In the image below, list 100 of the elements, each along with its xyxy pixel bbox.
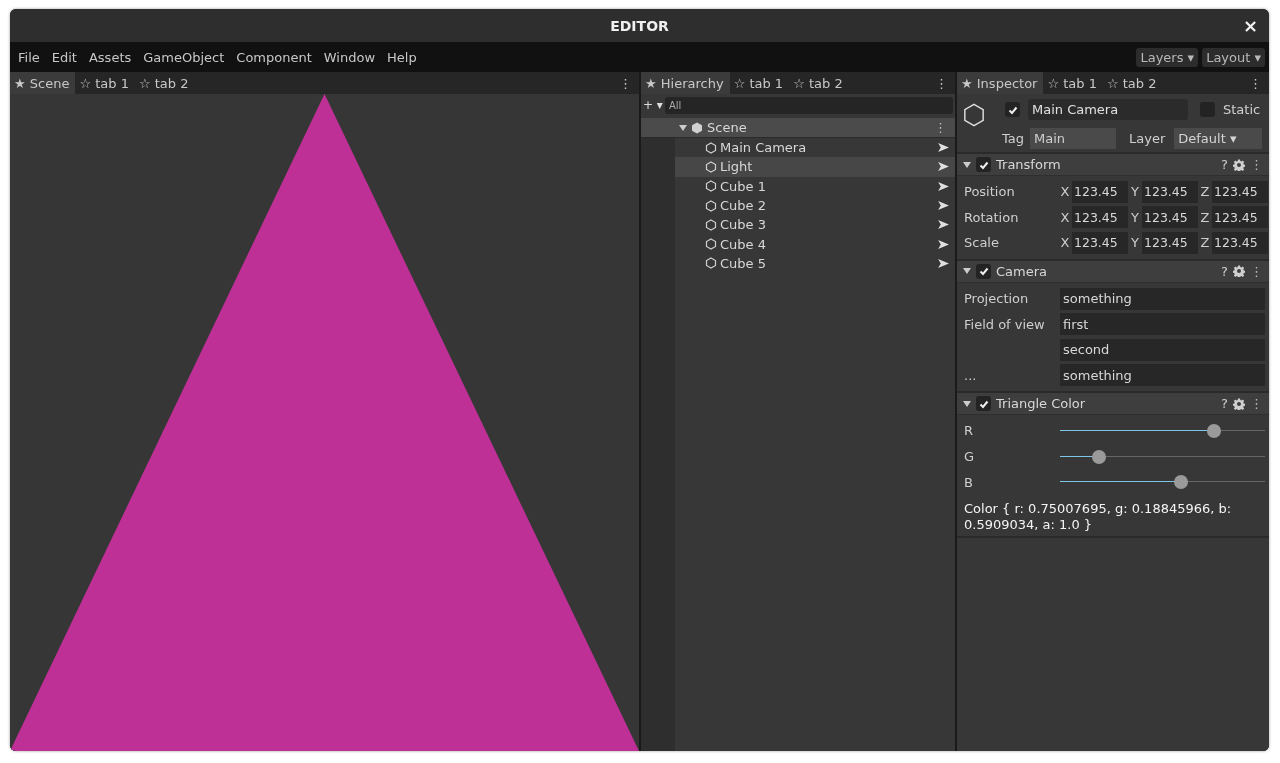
arrow-icon[interactable]: [938, 181, 949, 191]
panel-tab[interactable]: ☆ tab 1: [729, 72, 790, 94]
axis-label: Z: [1200, 235, 1210, 251]
property-label: Position: [964, 184, 1016, 200]
static-label: Static: [1223, 102, 1261, 117]
more-button[interactable]: ⋮: [928, 72, 955, 94]
menu-item[interactable]: File: [14, 49, 44, 65]
checkbox[interactable]: [976, 263, 991, 279]
arrow-icon[interactable]: [938, 143, 949, 153]
number-field[interactable]: 123.45: [1142, 232, 1198, 254]
panel-tab[interactable]: ★ Inspector: [957, 72, 1044, 94]
hexagon-icon: [705, 218, 717, 231]
panel-tab[interactable]: ☆ tab 2: [134, 72, 195, 94]
axis-label: Z: [1200, 209, 1210, 225]
component-title: Transform: [996, 157, 1061, 172]
menu-item[interactable]: Help: [383, 49, 421, 65]
dropdown-button[interactable]: Layers ▾: [1136, 47, 1199, 67]
add-button[interactable]: + ▾: [643, 98, 663, 112]
text-field[interactable]: something: [1060, 287, 1265, 310]
panel-tab[interactable]: ☆ tab 2: [789, 72, 849, 94]
slider[interactable]: [1060, 475, 1265, 490]
tree-item[interactable]: Cube 4: [675, 234, 955, 254]
more-button[interactable]: ⋮: [1250, 157, 1263, 172]
slider[interactable]: [1060, 449, 1265, 464]
text-field[interactable]: first: [1060, 313, 1265, 336]
component-header[interactable]: Camera ? ⋮: [957, 260, 1269, 283]
checkbox[interactable]: [1005, 102, 1020, 117]
tree-item[interactable]: Light: [675, 157, 955, 177]
help-button[interactable]: ?: [1221, 396, 1228, 412]
arrow-icon[interactable]: [938, 220, 949, 230]
tag-field[interactable]: Main: [1030, 128, 1116, 149]
property-label: G: [964, 449, 976, 465]
tree-item[interactable]: Main Camera: [675, 138, 955, 158]
hexagon-icon: [963, 103, 985, 127]
tree-item[interactable]: Cube 5: [675, 253, 955, 274]
hexagon-icon: [705, 199, 717, 212]
tree-item[interactable]: Cube 3: [675, 215, 955, 235]
number-field[interactable]: 123.45: [1142, 180, 1198, 203]
slider-thumb[interactable]: [1206, 423, 1221, 438]
axis-label: X: [1060, 209, 1070, 225]
menu-item[interactable]: Window: [319, 49, 380, 65]
more-button[interactable]: ⋮: [1250, 263, 1263, 279]
panel-tab[interactable]: ☆ tab 1: [75, 72, 135, 94]
caret-icon[interactable]: [963, 267, 971, 276]
slider[interactable]: [1060, 423, 1265, 438]
layer-dropdown[interactable]: Default ▾: [1174, 128, 1263, 149]
property-label: ...: [964, 367, 977, 383]
panel-tab[interactable]: ★ Hierarchy: [641, 72, 730, 94]
search-field[interactable]: All: [664, 96, 953, 114]
menu-item[interactable]: Assets: [84, 49, 136, 65]
slider-thumb[interactable]: [1174, 475, 1189, 490]
checkbox[interactable]: [976, 157, 991, 172]
number-field[interactable]: 123.45: [1072, 232, 1128, 254]
number-field[interactable]: 123.45: [1072, 206, 1128, 229]
more-button[interactable]: ⋮: [1242, 72, 1269, 94]
settings-icon[interactable]: [1233, 158, 1245, 171]
menu-item[interactable]: GameObject: [139, 49, 229, 65]
axis-label: Y: [1130, 209, 1140, 225]
axis-label: X: [1060, 184, 1070, 200]
help-button[interactable]: ?: [1221, 157, 1228, 172]
dropdown-button[interactable]: Layout ▾: [1202, 47, 1265, 67]
number-field[interactable]: 123.45: [1212, 206, 1268, 229]
arrow-icon[interactable]: [938, 239, 949, 249]
panel-tab[interactable]: ★ Scene: [10, 72, 76, 94]
menu-item[interactable]: Edit: [47, 49, 81, 65]
panel-tab[interactable]: ☆ tab 2: [1102, 72, 1163, 94]
arrow-icon[interactable]: [938, 201, 949, 211]
axis-label: X: [1060, 235, 1070, 251]
more-button[interactable]: ⋮: [612, 72, 639, 94]
number-field[interactable]: 123.45: [1072, 180, 1128, 203]
more-button[interactable]: ⋮: [1250, 396, 1263, 412]
component-header[interactable]: Triangle Color ? ⋮: [957, 393, 1269, 416]
caret-icon[interactable]: [963, 160, 971, 169]
settings-icon[interactable]: [1233, 265, 1245, 278]
name-field[interactable]: Main Camera: [1028, 99, 1188, 120]
tree-item[interactable]: Cube 1: [675, 176, 955, 196]
more-button[interactable]: ⋮: [934, 120, 947, 135]
panel-tab[interactable]: ☆ tab 1: [1043, 72, 1103, 94]
help-button[interactable]: ?: [1221, 263, 1228, 279]
tree-item[interactable]: Cube 2: [675, 195, 955, 216]
component-header[interactable]: Transform ? ⋮: [957, 154, 1269, 176]
number-field[interactable]: 123.45: [1142, 206, 1198, 229]
tree-item[interactable]: Scene ⋮: [641, 118, 955, 138]
checkbox[interactable]: [976, 396, 991, 412]
component-title: Camera: [996, 263, 1048, 279]
hexagon-icon: [691, 121, 703, 134]
number-field[interactable]: 123.45: [1212, 180, 1268, 203]
slider-thumb[interactable]: [1091, 449, 1106, 464]
text-field[interactable]: second: [1060, 338, 1265, 361]
hexagon-icon: [705, 160, 717, 173]
tag-label: Tag: [1002, 131, 1024, 146]
close-button[interactable]: ×: [1242, 16, 1258, 36]
text-field[interactable]: something: [1060, 364, 1265, 387]
arrow-icon[interactable]: [938, 162, 949, 172]
axis-label: Z: [1200, 184, 1210, 200]
number-field[interactable]: 123.45: [1212, 232, 1268, 254]
arrow-icon[interactable]: [938, 258, 949, 268]
menu-item[interactable]: Component: [232, 49, 316, 65]
caret-icon[interactable]: [963, 399, 971, 408]
settings-icon[interactable]: [1233, 397, 1245, 410]
